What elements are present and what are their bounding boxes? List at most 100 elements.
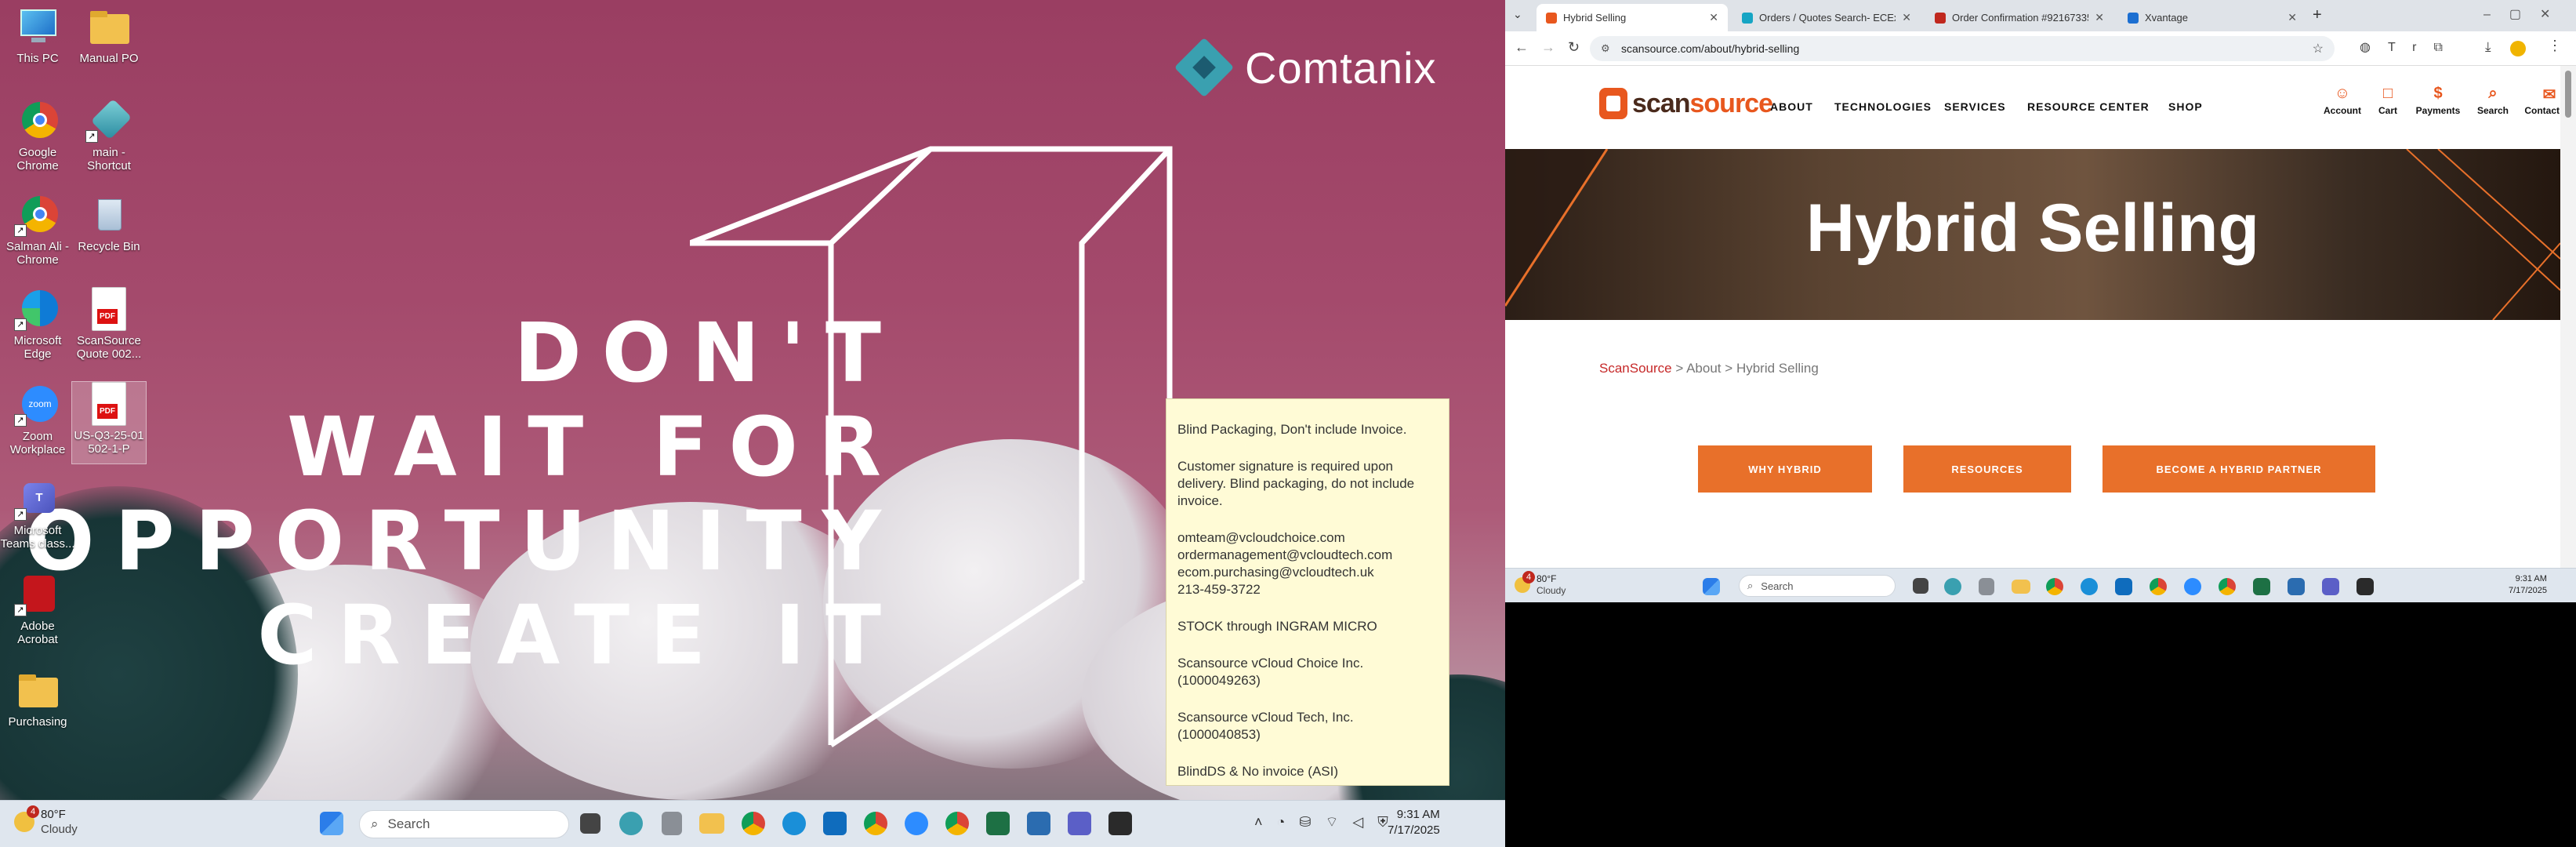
note-line: BlindDS & No invoice (ASI) bbox=[1177, 764, 1339, 779]
desktop-left: Comtanix DON'T WAIT FOR OPPORTUNITY CREA… bbox=[0, 0, 1505, 847]
start-button[interactable] bbox=[320, 812, 343, 835]
app-taskbar-icon[interactable] bbox=[1944, 578, 1961, 595]
tab-search-chevron-icon[interactable]: ⌄ bbox=[1513, 8, 1522, 21]
shortcut-arrow-icon: ↗ bbox=[14, 224, 27, 237]
edge-icon[interactable] bbox=[782, 812, 806, 835]
zoom-icon[interactable] bbox=[905, 812, 928, 835]
excel-icon[interactable] bbox=[986, 812, 1010, 835]
bookmark-star-icon[interactable]: ☆ bbox=[2313, 41, 2324, 56]
breadcrumb-about[interactable]: About bbox=[1686, 361, 1721, 376]
forward-icon[interactable]: → bbox=[1541, 39, 1555, 56]
desktop-icon-main-shortcut[interactable]: ↗ main - Shortcut bbox=[71, 98, 147, 173]
nav-shop[interactable]: SHOP bbox=[2168, 100, 2203, 113]
close-tab-icon[interactable]: ✕ bbox=[2095, 11, 2104, 24]
calculator-icon[interactable] bbox=[662, 812, 682, 835]
outlook-icon[interactable] bbox=[2115, 578, 2132, 595]
zoom-icon[interactable] bbox=[2184, 578, 2201, 595]
close-tab-icon[interactable]: ✕ bbox=[1709, 11, 1718, 24]
remote-desktop-icon[interactable] bbox=[2288, 578, 2305, 595]
util-contact[interactable]: ✉ Contact Us bbox=[2516, 85, 2560, 116]
nav-resource-center[interactable]: RESOURCE CENTER bbox=[2027, 100, 2150, 113]
scrollbar-thumb[interactable] bbox=[2565, 71, 2571, 118]
profile-avatar[interactable] bbox=[2510, 41, 2526, 56]
chrome-profile-icon[interactable] bbox=[2150, 578, 2167, 595]
edge-icon[interactable] bbox=[2081, 578, 2098, 595]
desktop-icon-us-q3-pdf[interactable]: PDF US-Q3-25-01 502-1-P bbox=[71, 381, 147, 464]
calculator-icon[interactable] bbox=[1979, 578, 1994, 595]
breadcrumb-home[interactable]: ScanSource bbox=[1599, 361, 1672, 376]
excel-icon[interactable] bbox=[2253, 578, 2270, 595]
taskbar-clock[interactable]: 9:31 AM 7/17/2025 bbox=[1388, 807, 1440, 838]
util-account[interactable]: ☺ Account bbox=[2317, 85, 2367, 116]
chrome-profile-icon[interactable] bbox=[2219, 578, 2236, 595]
shortcut-arrow-icon: ↗ bbox=[14, 414, 27, 427]
remote-desktop-icon[interactable] bbox=[1027, 812, 1050, 835]
reload-icon[interactable]: ↻ bbox=[1568, 39, 1580, 56]
desktop-icon-purchasing[interactable]: Purchasing bbox=[0, 668, 75, 729]
desktop-icon-this-pc[interactable]: This PC bbox=[0, 5, 75, 65]
address-bar[interactable]: ⚙ scansource.com/about/hybrid-selling ☆ bbox=[1590, 36, 2335, 61]
sticky-note[interactable]: Blind Packaging, Don't include Invoice. … bbox=[1166, 398, 1449, 786]
extension-icons[interactable]: ◍Tr⧉ bbox=[2360, 39, 2460, 55]
back-icon[interactable]: ← bbox=[1515, 39, 1529, 56]
sticky-notes-icon[interactable] bbox=[2356, 578, 2374, 595]
close-tab-icon[interactable]: ✕ bbox=[1902, 11, 1911, 24]
tab-orders-quotes[interactable]: Orders / Quotes Search- ECExp... ✕ bbox=[1732, 4, 1921, 31]
search-icon: ⌕ bbox=[2488, 85, 2498, 102]
start-button[interactable] bbox=[1703, 578, 1720, 595]
desktop-icon-zoom[interactable]: zoom ↗ Zoom Workplace bbox=[0, 383, 75, 456]
tab-xvantage[interactable]: Xvantage ✕ bbox=[2118, 4, 2306, 31]
desktop-icon-manual-po[interactable]: Manual PO bbox=[71, 5, 147, 65]
desktop-icon-teams[interactable]: T ↗ Microsoft Teams class... bbox=[0, 477, 75, 551]
become-hybrid-partner-button[interactable]: BECOME A HYBRID PARTNER bbox=[2103, 445, 2375, 493]
download-icon[interactable]: ⤓ bbox=[2485, 39, 2491, 55]
tab-hybrid-selling[interactable]: Hybrid Selling ✕ bbox=[1537, 4, 1728, 31]
window-controls[interactable]: –▢✕ bbox=[2483, 6, 2569, 22]
resources-button[interactable]: RESOURCES bbox=[1903, 445, 2071, 493]
chrome-profile-icon[interactable] bbox=[945, 812, 969, 835]
file-explorer-icon[interactable] bbox=[699, 813, 724, 834]
system-tray[interactable]: ˄◔⛁⌔◁⛨ bbox=[1254, 813, 1402, 831]
teams-icon[interactable] bbox=[2322, 578, 2339, 595]
nav-about[interactable]: ABOUT bbox=[1770, 100, 1813, 113]
task-view-icon[interactable] bbox=[1913, 578, 1928, 594]
desktop-icon-adobe-acrobat[interactable]: ↗ Adobe Acrobat bbox=[0, 573, 75, 646]
chrome-profile-icon[interactable] bbox=[864, 812, 887, 835]
close-tab-icon[interactable]: ✕ bbox=[2288, 11, 2297, 24]
taskbar-search[interactable]: ⌕ Search bbox=[359, 810, 569, 838]
desktop-icon-recycle-bin[interactable]: Recycle Bin bbox=[71, 193, 147, 253]
taskbar-search[interactable]: ⌕ Search bbox=[1739, 575, 1896, 597]
util-payments[interactable]: $ Payments bbox=[2408, 85, 2468, 116]
app-taskbar-icon[interactable] bbox=[619, 812, 643, 835]
weather-widget[interactable]: 4 80°F Cloudy bbox=[1515, 571, 1566, 597]
desktop-icon-microsoft-edge[interactable]: ↗ Microsoft Edge bbox=[0, 287, 75, 361]
task-view-icon[interactable] bbox=[580, 813, 600, 834]
wallpaper-brand: Comtanix bbox=[1174, 37, 1437, 98]
new-tab-icon[interactable]: + bbox=[2313, 6, 2322, 24]
menu-kebab-icon[interactable]: ⋮ bbox=[2548, 38, 2562, 54]
weather-widget[interactable]: 4 80°F Cloudy bbox=[14, 805, 78, 837]
why-hybrid-button[interactable]: WHY HYBRID bbox=[1698, 445, 1872, 493]
taskbar-clock[interactable]: 9:31 AM 7/17/2025 bbox=[2509, 573, 2547, 597]
chrome-icon: ↗ bbox=[14, 193, 61, 237]
site-info-icon: ⚙ bbox=[1601, 42, 1610, 54]
page-scrollbar[interactable] bbox=[2560, 66, 2576, 568]
pdf-favicon-icon bbox=[1935, 12, 1946, 24]
nav-technologies[interactable]: TECHNOLOGIES bbox=[1834, 100, 1932, 113]
note-line: Blind Packaging, Don't include Invoice. bbox=[1177, 422, 1407, 437]
sticky-notes-icon[interactable] bbox=[1108, 812, 1132, 835]
nav-services[interactable]: SERVICES bbox=[1944, 100, 2006, 113]
util-cart[interactable]: □ Cart bbox=[2372, 85, 2404, 116]
chrome-icon[interactable] bbox=[742, 812, 765, 835]
file-explorer-icon[interactable] bbox=[2012, 580, 2030, 594]
desktop-icon-salman-chrome[interactable]: ↗ Salman Ali - Chrome bbox=[0, 193, 75, 267]
teams-icon[interactable] bbox=[1068, 812, 1091, 835]
outlook-icon[interactable] bbox=[823, 812, 847, 835]
tab-order-confirmation[interactable]: Order Confirmation #92167335... ✕ bbox=[1925, 4, 2113, 31]
chrome-icon[interactable] bbox=[2046, 578, 2063, 595]
util-search[interactable]: ⌕ Search bbox=[2471, 85, 2515, 116]
desktop-icon-scansource-quote[interactable]: PDF ScanSource Quote 002... bbox=[71, 287, 147, 361]
desktop-icon-google-chrome[interactable]: Google Chrome bbox=[0, 99, 75, 173]
scansource-logo[interactable]: scansource bbox=[1599, 88, 1773, 119]
shortcut-arrow-icon: ↗ bbox=[14, 604, 27, 616]
